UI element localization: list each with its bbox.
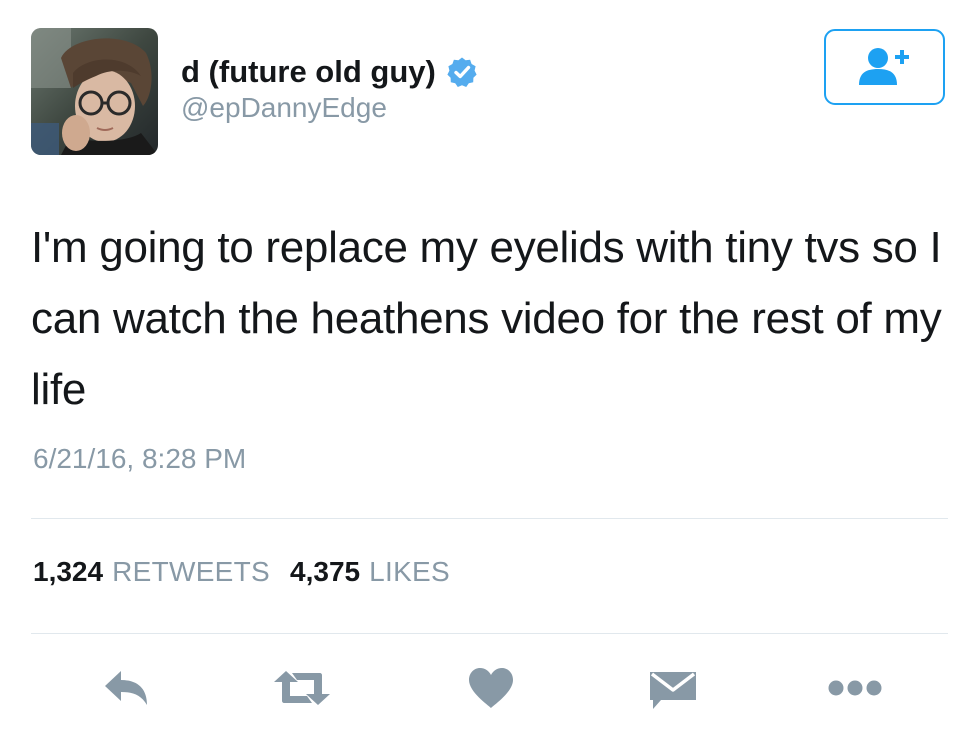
follow-button[interactable]: [824, 29, 945, 105]
likes-label[interactable]: LIKES: [369, 556, 450, 588]
profile-photo: [31, 28, 158, 155]
divider: [31, 518, 948, 519]
avatar[interactable]: [31, 28, 158, 155]
author-name-row[interactable]: d (future old guy): [181, 50, 478, 94]
verified-badge-icon: [446, 56, 478, 88]
direct-message-button[interactable]: [645, 660, 701, 716]
retweet-icon: [274, 671, 330, 705]
author-handle[interactable]: @epDannyEdge: [181, 92, 387, 124]
tweet-text: I'm going to replace my eyelids with tin…: [31, 223, 942, 414]
retweets-count[interactable]: 1,324: [33, 556, 103, 588]
tweet-stats: 1,324 RETWEETS 4,375 LIKES: [33, 556, 470, 588]
display-name[interactable]: d (future old guy): [181, 54, 436, 90]
divider: [31, 633, 948, 634]
more-button[interactable]: [823, 660, 887, 716]
retweets-label[interactable]: RETWEETS: [112, 556, 270, 588]
add-user-icon: [858, 48, 909, 85]
more-icon: [828, 680, 882, 696]
reply-button[interactable]: [98, 660, 154, 716]
like-icon: [469, 668, 513, 708]
tweet-timestamp[interactable]: 6/21/16, 8:28 PM: [33, 443, 246, 475]
like-button[interactable]: [463, 660, 519, 716]
likes-count[interactable]: 4,375: [290, 556, 360, 588]
retweet-button[interactable]: [270, 660, 334, 716]
direct-message-icon: [650, 672, 696, 709]
reply-icon: [105, 671, 147, 705]
